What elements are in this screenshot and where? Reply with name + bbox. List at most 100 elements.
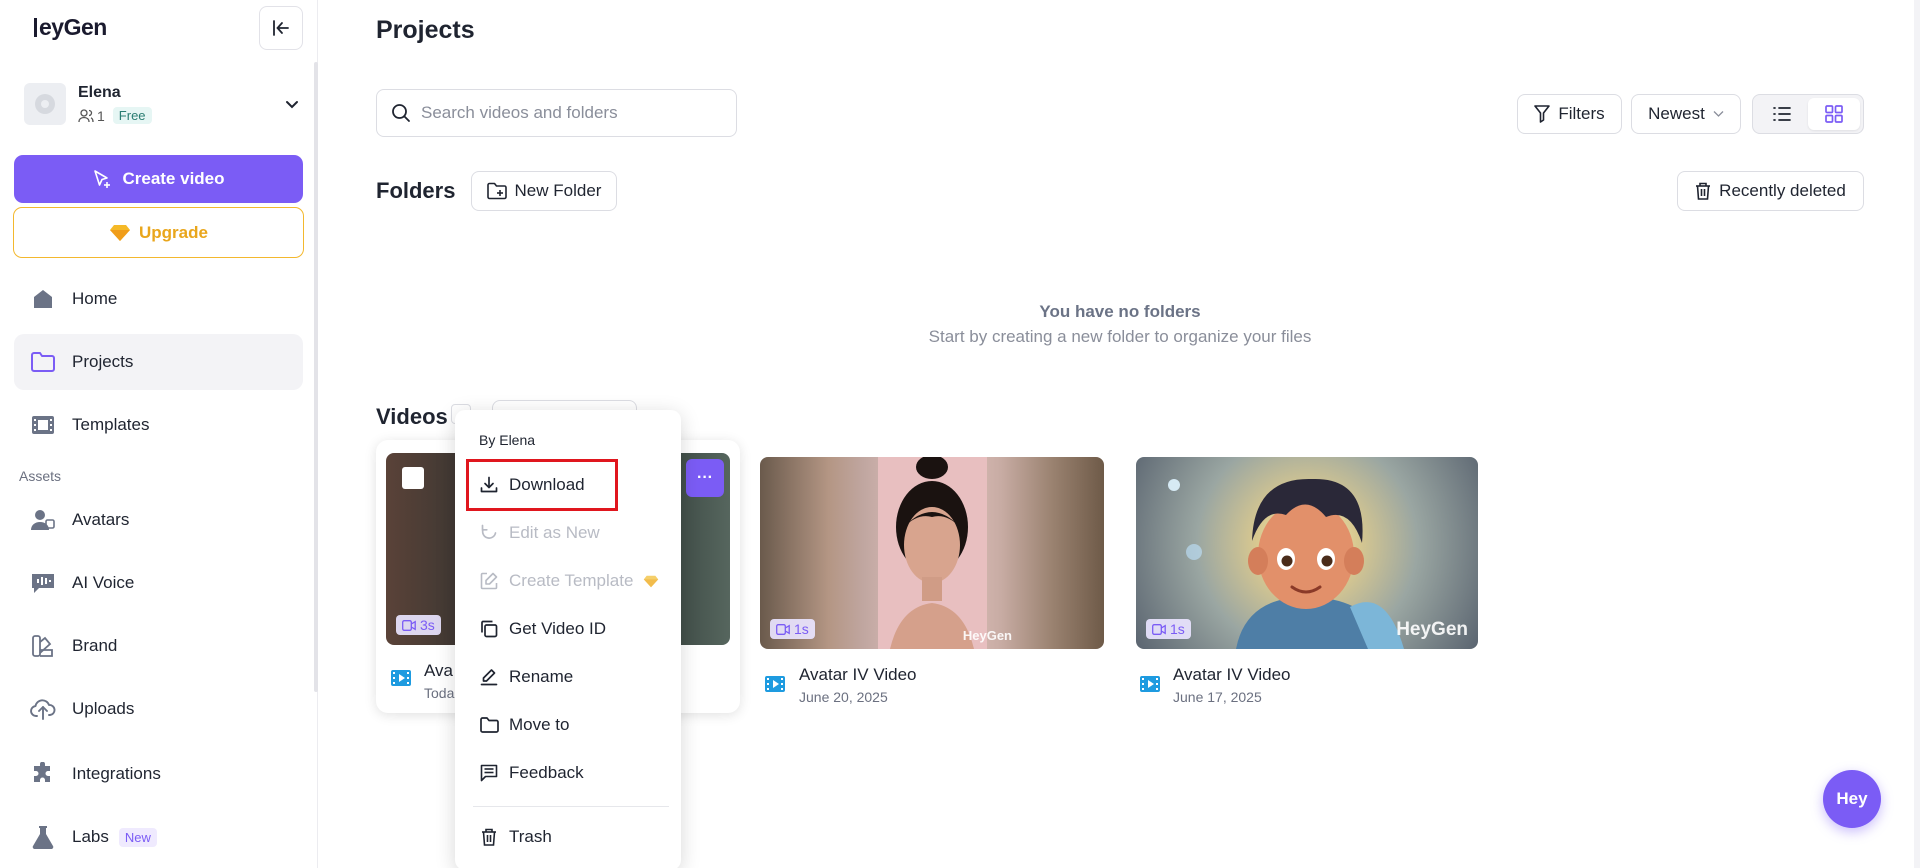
assets-section-label: Assets bbox=[19, 468, 62, 484]
avatar-icon bbox=[30, 507, 56, 533]
sidebar-item-integrations[interactable]: Integrations bbox=[14, 746, 303, 802]
heygen-watermark: HeyGen bbox=[1396, 619, 1468, 640]
duration-badge: 1s bbox=[770, 619, 815, 639]
diamond-icon bbox=[644, 575, 659, 587]
folders-title: Folders bbox=[376, 178, 456, 203]
menu-item-rename[interactable]: Rename bbox=[473, 657, 669, 697]
menu-item-feedback[interactable]: Feedback bbox=[473, 753, 669, 793]
sidebar: eyGen Elena 1 Free Create video Upgrade … bbox=[0, 0, 318, 868]
create-video-icon bbox=[94, 170, 111, 188]
puzzle-icon bbox=[30, 761, 56, 787]
grid-icon bbox=[1825, 105, 1843, 123]
video-thumbnail[interactable]: 1s HeyGen bbox=[1136, 457, 1478, 649]
download-highlight-box bbox=[466, 459, 618, 511]
avatar-placeholder-icon bbox=[35, 94, 55, 114]
sidebar-scrollbar[interactable] bbox=[314, 62, 318, 692]
video-camera-icon bbox=[402, 619, 416, 631]
menu-item-edit-as-new: Edit as New bbox=[473, 513, 669, 553]
trash-icon bbox=[1696, 182, 1711, 200]
sort-dropdown[interactable]: Newest bbox=[1631, 94, 1741, 134]
menu-item-move-to[interactable]: Move to bbox=[473, 705, 669, 745]
upload-cloud-icon bbox=[30, 696, 56, 722]
grid-view-button[interactable] bbox=[1808, 98, 1860, 130]
filter-icon bbox=[1534, 105, 1551, 123]
collapse-sidebar-button[interactable] bbox=[259, 6, 303, 50]
sidebar-item-projects[interactable]: Projects bbox=[14, 334, 303, 390]
menu-item-create-template: Create Template bbox=[473, 561, 669, 601]
video-file-icon bbox=[391, 670, 411, 686]
collapse-left-icon bbox=[273, 20, 289, 36]
video-camera-icon bbox=[776, 623, 790, 635]
sidebar-item-brand[interactable]: Brand bbox=[14, 618, 303, 674]
view-toggle bbox=[1752, 94, 1864, 134]
copy-icon bbox=[479, 619, 499, 639]
template-icon bbox=[479, 571, 499, 591]
empty-folders-title: You have no folders bbox=[1039, 302, 1201, 321]
chevron-down-icon bbox=[1713, 111, 1724, 117]
list-view-button[interactable] bbox=[1756, 98, 1808, 130]
home-icon bbox=[30, 286, 56, 312]
edit-icon bbox=[479, 667, 499, 687]
video-title: Avatar IV Video bbox=[1173, 665, 1291, 684]
page-scrollbar[interactable] bbox=[1914, 0, 1920, 868]
heygen-watermark: HeyGen bbox=[962, 628, 1012, 643]
menu-item-trash[interactable]: Trash bbox=[473, 817, 669, 857]
empty-folders-subtitle: Start by creating a new folder to organi… bbox=[928, 327, 1312, 346]
folder-icon bbox=[479, 715, 499, 735]
trash-icon bbox=[479, 827, 499, 847]
member-count: 1 bbox=[97, 107, 105, 124]
user-avatar bbox=[24, 83, 66, 125]
videos-title: Videos bbox=[376, 404, 448, 429]
folder-icon bbox=[30, 349, 56, 375]
search-input[interactable] bbox=[421, 103, 711, 123]
sidebar-item-templates[interactable]: Templates bbox=[14, 397, 303, 453]
menu-divider bbox=[473, 806, 669, 807]
video-title: Ava bbox=[424, 661, 453, 680]
new-folder-icon bbox=[486, 182, 507, 200]
user-name: Elena bbox=[78, 84, 121, 101]
video-camera-icon bbox=[1152, 623, 1166, 635]
more-icon: ··· bbox=[697, 469, 713, 486]
sidebar-item-avatars[interactable]: Avatars bbox=[14, 492, 303, 548]
duration-badge: 3s bbox=[396, 615, 441, 635]
new-folder-button[interactable]: New Folder bbox=[471, 171, 617, 211]
diamond-icon bbox=[110, 224, 131, 241]
filters-button[interactable]: Filters bbox=[1517, 94, 1622, 134]
more-options-button[interactable]: ··· bbox=[686, 459, 724, 497]
duration-badge: 1s bbox=[1146, 619, 1191, 639]
plan-badge: Free bbox=[112, 107, 152, 124]
film-icon bbox=[30, 412, 56, 438]
members-icon bbox=[78, 108, 94, 122]
video-date: June 20, 2025 bbox=[799, 689, 888, 705]
recently-deleted-button[interactable]: Recently deleted bbox=[1677, 171, 1864, 211]
video-title: Avatar IV Video bbox=[799, 665, 917, 684]
chevron-down-icon bbox=[286, 101, 298, 109]
search-icon bbox=[392, 104, 410, 122]
voice-icon bbox=[30, 570, 56, 596]
sidebar-item-ai-voice[interactable]: AI Voice bbox=[14, 555, 303, 611]
upgrade-button[interactable]: Upgrade bbox=[13, 207, 304, 258]
new-badge: New bbox=[118, 827, 157, 847]
feedback-icon bbox=[479, 763, 499, 783]
create-video-button[interactable]: Create video bbox=[14, 155, 303, 203]
user-menu[interactable]: Elena 1 Free bbox=[24, 80, 300, 128]
brand-icon bbox=[30, 633, 56, 659]
flask-icon bbox=[30, 824, 56, 850]
menu-item-get-video-id[interactable]: Get Video ID bbox=[473, 609, 669, 649]
video-thumbnail[interactable]: 1s HeyGen bbox=[760, 457, 1104, 649]
sidebar-item-uploads[interactable]: Uploads bbox=[14, 681, 303, 737]
video-date: Toda bbox=[424, 685, 455, 701]
heygen-logo[interactable]: eyGen bbox=[34, 14, 107, 41]
sidebar-item-labs[interactable]: Labs New bbox=[14, 809, 303, 865]
search-box[interactable] bbox=[376, 89, 737, 137]
list-icon bbox=[1773, 107, 1791, 121]
refresh-icon bbox=[479, 523, 499, 543]
video-select-checkbox[interactable] bbox=[402, 467, 424, 489]
page-title: Projects bbox=[376, 16, 475, 44]
video-file-icon bbox=[765, 676, 785, 692]
hey-assistant-button[interactable]: Hey bbox=[1823, 770, 1881, 828]
sidebar-item-home[interactable]: Home bbox=[14, 271, 303, 327]
video-date: June 17, 2025 bbox=[1173, 689, 1262, 705]
menu-owner-label: By Elena bbox=[479, 432, 536, 448]
video-file-icon bbox=[1140, 676, 1160, 692]
